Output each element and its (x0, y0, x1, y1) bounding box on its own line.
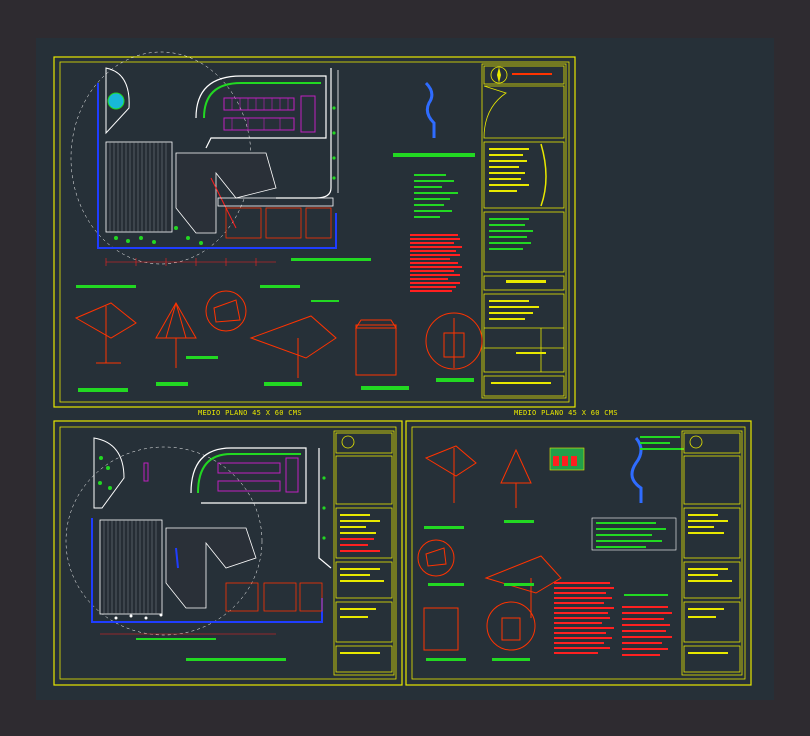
sheet-caption-right: MEDIO PLANO 45 X 60 CMS (514, 409, 618, 417)
site-plan-drawing (70, 51, 371, 266)
sheet-bottom-left (53, 420, 403, 686)
umbrella-structure-detail-drawings (74, 290, 483, 378)
sheet-bottom-right (405, 420, 752, 686)
sheet-caption-left: MEDIO PLANO 45 X 60 CMS (198, 409, 302, 417)
sheet-top-full-plan (53, 51, 576, 408)
cad-drawing-canvas[interactable]: MEDIO PLANO 45 X 60 CMS MEDIO PLANO 45 X… (36, 38, 774, 700)
